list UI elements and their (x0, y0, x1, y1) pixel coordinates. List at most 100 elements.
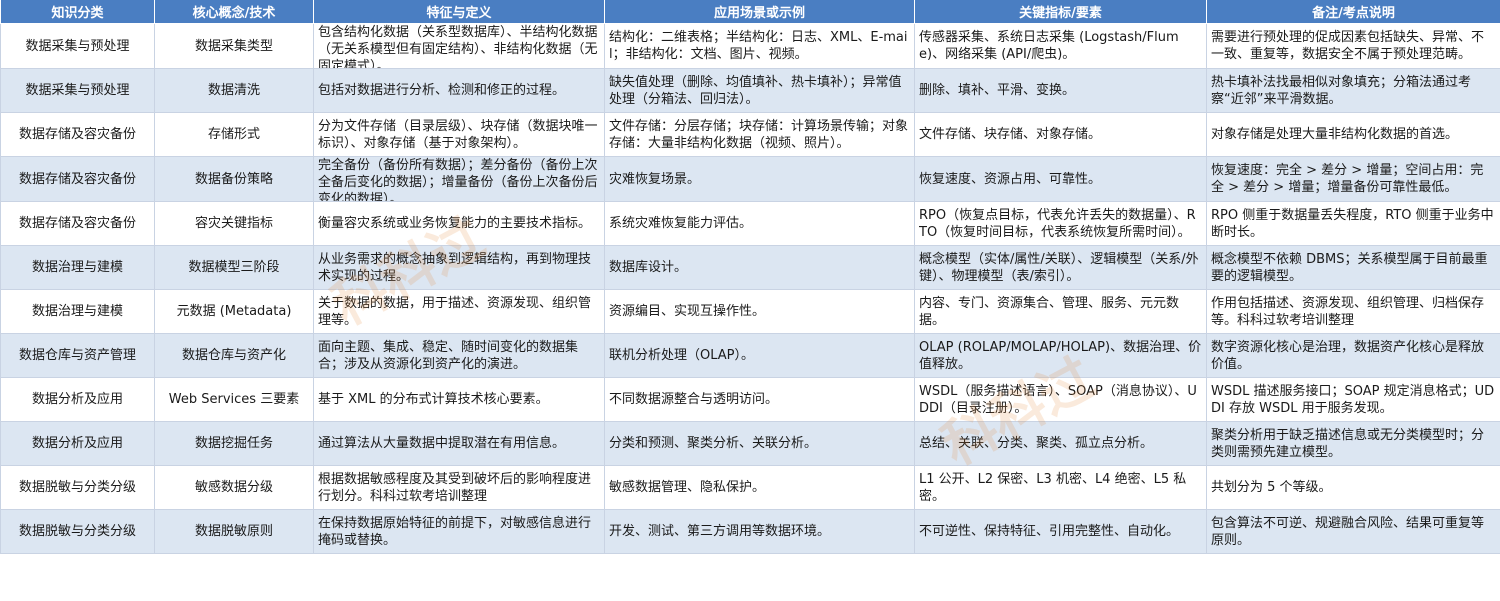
table-row: 数据存储及容灾备份 数据备份策略 完全备份（备份所有数据）；差分备份（备份上次全备后… (0, 156, 1500, 202)
key-metrics-cell: OLAP (ROLAP/MOLAP/HOLAP)、数据治理、价值释放。 (914, 333, 1207, 378)
notes-cell: 概念模型不依赖 DBMS；关系模型属于目前最重要的逻辑模型。 (1206, 245, 1500, 290)
definition-cell: 完全备份（备份所有数据）；差分备份（备份上次全备后变化的数据）；增量备份（备份上… (313, 156, 605, 202)
cell-text: 数据采集与预处理 (25, 83, 130, 98)
notes-cell: 热卡填补法找最相似对象填充；分箱法通过考察“近邻”来平滑数据。 (1206, 68, 1500, 113)
concept-cell: Web Services 三要素 (154, 377, 314, 422)
table-row: 数据脱敏与分类分级 敏感数据分级 根据数据敏感程度及其受到破坏后的影响程度进行划分。… (0, 465, 1500, 510)
cell-text: 数据仓库与资产管理 (18, 348, 136, 363)
category-cell: 数据存储及容灾备份 (0, 156, 155, 202)
knowledge-table: 知识分类 核心概念/技术 特征与定义 应用场景或示例 关键指标/要素 备注/考点… (0, 0, 1500, 554)
cell-text: 文件存储、块存储、对象存储。 (919, 127, 1102, 142)
cell-text: 数据采集与预处理 (25, 38, 130, 54)
key-metrics-cell: RPO（恢复点目标，代表允许丢失的数据量）、RTO（恢复时间目标，代表系统恢复所… (914, 201, 1207, 246)
cell-text: 在保持数据原始特征的前提下，对敏感信息进行掩码或替换。 (318, 515, 592, 548)
cell-text: 数据存储及容灾备份 (18, 216, 136, 231)
definition-cell: 通过算法从大量数据中提取潜在有用信息。 (313, 421, 605, 466)
cell-text: 数字资源化核心是治理，数据资产化核心是释放价值。 (1211, 339, 1485, 372)
cell-text: 包含算法不可逆、规避融合风险、结果可重复等原则。 (1211, 515, 1485, 548)
key-metrics-cell: 概念模型（实体/属性/关联）、逻辑模型（关系/外键）、物理模型（表/索引）。 (914, 245, 1207, 290)
key-metrics-cell: 内容、专门、资源集合、管理、服务、元元数据。 (914, 289, 1207, 334)
key-metrics-cell: L1 公开、L2 保密、L3 机密、L4 绝密、L5 私密。 (914, 465, 1207, 510)
table-row: 数据分析及应用 数据挖掘任务 通过算法从大量数据中提取潜在有用信息。 分类和预测、聚类… (0, 421, 1500, 466)
cell-text: 完全备份（备份所有数据）；差分备份（备份上次全备后变化的数据）；增量备份（备份上… (318, 158, 598, 201)
definition-cell: 基于 XML 的分布式计算技术核心要素。 (313, 377, 605, 422)
table-row: 数据存储及容灾备份 容灾关键指标 衡量容灾系统或业务恢复能力的主要技术指标。 系统灾难… (0, 201, 1500, 246)
definition-cell: 关于数据的数据，用于描述、资源发现、组织管理等。 (313, 289, 605, 334)
cell-text: 总结、关联、分类、聚类、孤立点分析。 (919, 436, 1154, 451)
concept-cell: 数据脱敏原则 (154, 509, 314, 554)
category-cell: 数据存储及容灾备份 (0, 112, 155, 157)
table-row: 数据存储及容灾备份 存储形式 分为文件存储（目录层级）、块存储（数据块唯一标识）、对… (0, 112, 1500, 157)
cell-text: 元数据 (Metadata) (176, 304, 292, 319)
definition-cell: 分为文件存储（目录层级）、块存储（数据块唯一标识）、对象存储（基于对象架构）。 (313, 112, 605, 157)
cell-text: 从业务需求的概念抽象到逻辑结构，再到物理技术实现的过程。 (318, 251, 592, 284)
category-cell: 数据分析及应用 (0, 421, 155, 466)
cell-text: 系统灾难恢复能力评估。 (609, 216, 753, 231)
table-row: 数据分析及应用 Web Services 三要素 基于 XML 的分布式计算技术核心… (0, 377, 1500, 422)
key-metrics-cell: 总结、关联、分类、聚类、孤立点分析。 (914, 421, 1207, 466)
cell-text: 数据库设计。 (609, 260, 688, 275)
cell-text: 灾难恢复场景。 (609, 171, 701, 187)
table-row: 数据治理与建模 数据模型三阶段 从业务需求的概念抽象到逻辑结构，再到物理技术实现的过… (0, 245, 1500, 290)
cell-text: 基于 XML 的分布式计算技术核心要素。 (318, 392, 549, 407)
cell-text: 共划分为 5 个等级。 (1211, 480, 1332, 495)
definition-cell: 衡量容灾系统或业务恢复能力的主要技术指标。 (313, 201, 605, 246)
scenario-cell: 敏感数据管理、隐私保护。 (604, 465, 915, 510)
header-definition: 特征与定义 (313, 0, 605, 24)
cell-text: 数据脱敏原则 (194, 524, 273, 539)
header-concept: 核心概念/技术 (154, 0, 314, 24)
concept-cell: 数据挖掘任务 (154, 421, 314, 466)
cell-text: 数据存储及容灾备份 (18, 171, 136, 187)
cell-text: 开发、测试、第三方调用等数据环境。 (609, 524, 831, 539)
cell-text: 需要进行预处理的促成因素包括缺失、异常、不一致、重复等，数据安全不属于预处理范畴… (1211, 30, 1485, 62)
notes-cell: 恢复速度：完全 > 差分 > 增量；空间占用：完全 > 差分 > 增量；增量备份… (1206, 156, 1500, 202)
cell-text: 联机分析处理（OLAP）。 (609, 348, 755, 363)
key-metrics-cell: 文件存储、块存储、对象存储。 (914, 112, 1207, 157)
cell-text: 缺失值处理（删除、均值填补、热卡填补）；异常值处理（分箱法、回归法）。 (609, 74, 902, 107)
cell-text: 不可逆性、保持特征、引用完整性、自动化。 (919, 524, 1180, 539)
concept-cell: 数据备份策略 (154, 156, 314, 202)
concept-cell: 元数据 (Metadata) (154, 289, 314, 334)
cell-text: 面向主题、集成、稳定、随时间变化的数据集合；涉及从资源化到资产化的演进。 (318, 339, 579, 372)
cell-text: 包含结构化数据（关系型数据库）、半结构化数据（无关系模型但有固定结构）、非结构化… (318, 25, 598, 68)
scenario-cell: 文件存储：分层存储；块存储：计算场景传输；对象存储：大量非结构化数据（视频、照片… (604, 112, 915, 157)
cell-text: OLAP (ROLAP/MOLAP/HOLAP)、数据治理、价值释放。 (919, 339, 1202, 372)
cell-text: 热卡填补法找最相似对象填充；分箱法通过考察“近邻”来平滑数据。 (1211, 74, 1472, 107)
concept-cell: 数据采集类型 (154, 23, 314, 69)
concept-cell: 存储形式 (154, 112, 314, 157)
cell-text: 概念模型（实体/属性/关联）、逻辑模型（关系/外键）、物理模型（表/索引）。 (919, 251, 1199, 284)
cell-text: 数据脱敏与分类分级 (18, 524, 136, 539)
key-metrics-cell: 删除、填补、平滑、变换。 (914, 68, 1207, 113)
cell-text: 衡量容灾系统或业务恢复能力的主要技术指标。 (318, 216, 592, 231)
cell-text: 传感器采集、系统日志采集 (Logstash/Flume)、网络采集 (API/… (919, 30, 1179, 62)
cell-text: 数据存储及容灾备份 (18, 127, 136, 142)
cell-text: 包括对数据进行分析、检测和修正的过程。 (318, 83, 566, 98)
definition-cell: 包含结构化数据（关系型数据库）、半结构化数据（无关系模型但有固定结构）、非结构化… (313, 23, 605, 69)
cell-text: 根据数据敏感程度及其受到破坏后的影响程度进行划分。科科过软考培训整理 (318, 471, 592, 504)
cell-text: 敏感数据分级 (194, 480, 273, 495)
table-body: 数据采集与预处理 数据采集类型 包含结构化数据（关系型数据库）、半结构化数据（无关系… (0, 23, 1500, 554)
category-cell: 数据治理与建模 (0, 245, 155, 290)
scenario-cell: 灾难恢复场景。 (604, 156, 915, 202)
cell-text: RPO 侧重于数据量丢失程度，RTO 侧重于业务中断时长。 (1211, 207, 1494, 240)
category-cell: 数据仓库与资产管理 (0, 333, 155, 378)
key-metrics-cell: 恢复速度、资源占用、可靠性。 (914, 156, 1207, 202)
cell-text: 存储形式 (207, 127, 260, 142)
notes-cell: 包含算法不可逆、规避融合风险、结果可重复等原则。 (1206, 509, 1500, 554)
notes-cell: 作用包括描述、资源发现、组织管理、归档保存等。科科过软考培训整理 (1206, 289, 1500, 334)
definition-cell: 从业务需求的概念抽象到逻辑结构，再到物理技术实现的过程。 (313, 245, 605, 290)
table-row: 数据治理与建模 元数据 (Metadata) 关于数据的数据，用于描述、资源发现、组… (0, 289, 1500, 334)
cell-text: 恢复速度、资源占用、可靠性。 (919, 171, 1102, 187)
notes-cell: WSDL 描述服务接口；SOAP 规定消息格式；UDDI 存放 WSDL 用于服… (1206, 377, 1500, 422)
cell-text: WSDL（服务描述语言）、SOAP（消息协议）、UDDI（目录注册）。 (919, 383, 1197, 416)
header-category: 知识分类 (0, 0, 155, 24)
scenario-cell: 分类和预测、聚类分析、关联分析。 (604, 421, 915, 466)
notes-cell: 需要进行预处理的促成因素包括缺失、异常、不一致、重复等，数据安全不属于预处理范畴… (1206, 23, 1500, 69)
key-metrics-cell: 传感器采集、系统日志采集 (Logstash/Flume)、网络采集 (API/… (914, 23, 1207, 69)
table-row: 数据采集与预处理 数据清洗 包括对数据进行分析、检测和修正的过程。 缺失值处理（删除、… (0, 68, 1500, 113)
scenario-cell: 不同数据源整合与透明访问。 (604, 377, 915, 422)
cell-text: 数据备份策略 (194, 171, 273, 187)
cell-text: 数据脱敏与分类分级 (18, 480, 136, 495)
table-row: 数据脱敏与分类分级 数据脱敏原则 在保持数据原始特征的前提下，对敏感信息进行掩码或替… (0, 509, 1500, 554)
cell-text: 结构化：二维表格；半结构化：日志、XML、E-mail；非结构化：文档、图片、视… (609, 30, 908, 62)
